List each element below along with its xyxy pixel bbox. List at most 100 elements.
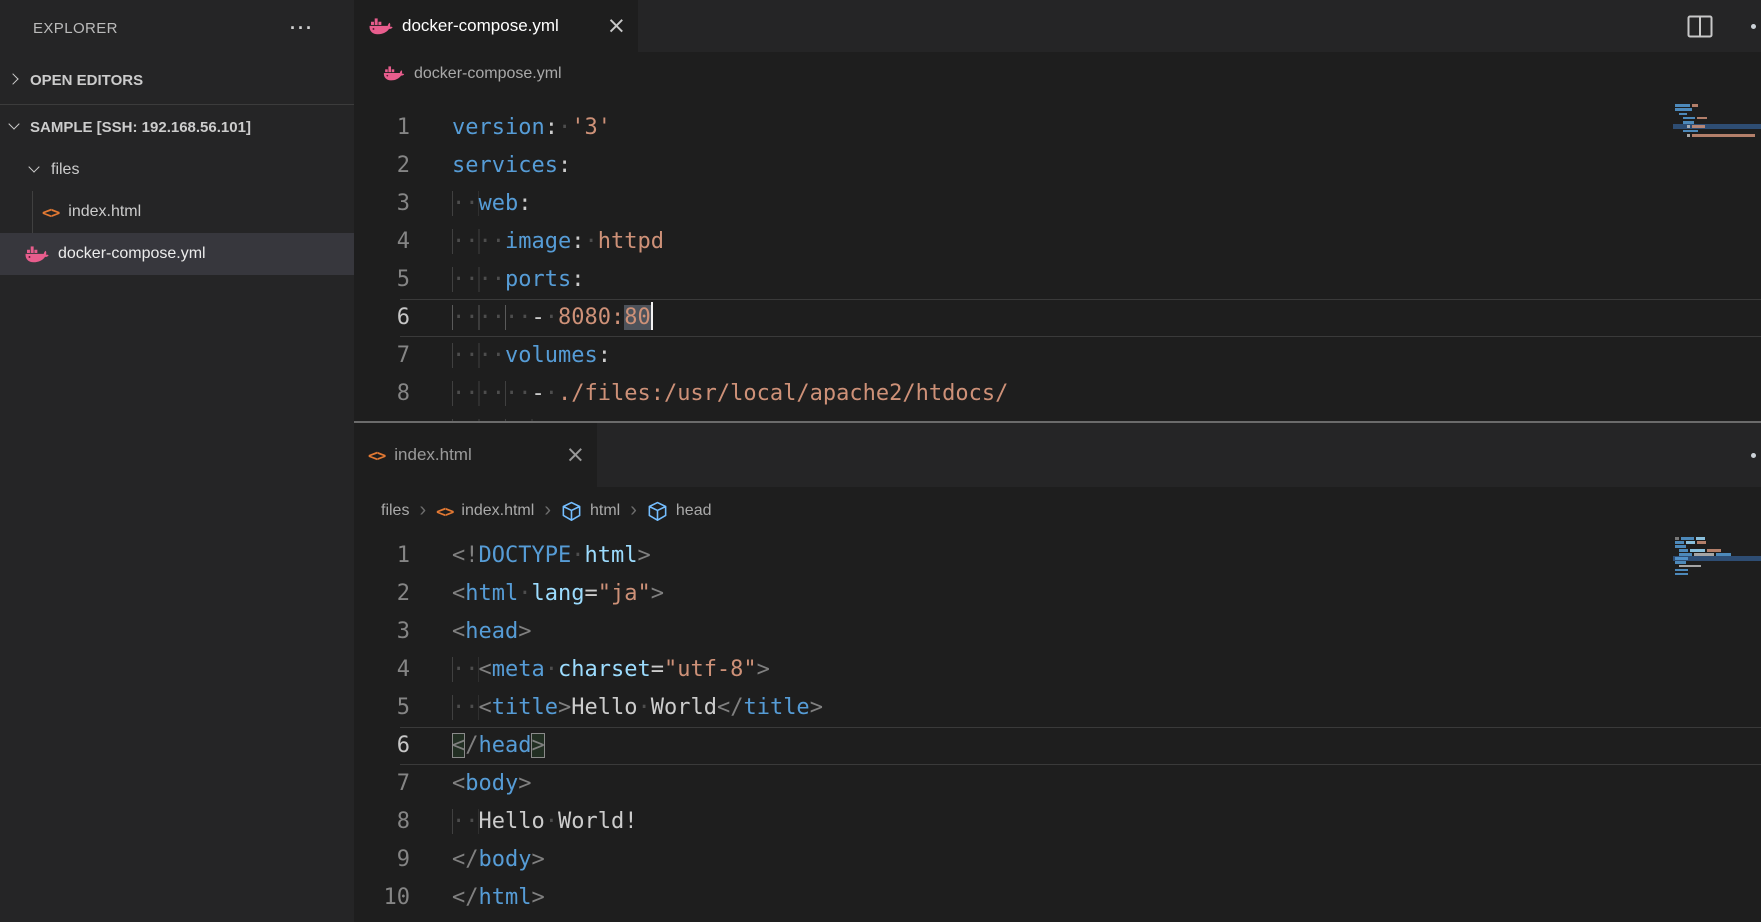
more-actions-icon[interactable]: ··· (290, 18, 314, 39)
line-content: <html·lang="ja"> (452, 575, 664, 613)
editor-actions-top (1687, 0, 1761, 52)
code-line-9[interactable]: 9········ (354, 413, 1761, 421)
minimap-bottom[interactable] (1675, 537, 1761, 577)
breadcrumb-item-files[interactable]: files (381, 502, 409, 520)
line-content: </html> (452, 879, 545, 917)
breadcrumb-item-docker-compose.yml[interactable]: docker-compose.yml (381, 64, 562, 83)
more-editor-actions-icon[interactable] (1751, 453, 1756, 458)
code-line-5[interactable]: 5 ····ports: (354, 261, 1761, 299)
minimap-token (1690, 549, 1705, 552)
line-number: 4 (354, 223, 410, 261)
breadcrumb-separator-icon: › (419, 500, 426, 520)
line-content: services: (452, 147, 571, 185)
minimap-token (1675, 561, 1686, 564)
line-number: 5 (354, 261, 410, 299)
split-editor-icon[interactable] (1687, 15, 1713, 38)
code-line-2[interactable]: 2<html·lang="ja"> (354, 575, 1761, 613)
symbol-cube-icon (561, 501, 582, 522)
code-line-9[interactable]: 9 </body> (354, 841, 1761, 879)
file-tree: files<>index.htmldocker-compose.yml (0, 149, 354, 275)
code-line-8[interactable]: 8··Hello·World! (354, 803, 1761, 841)
line-content: ····ports: (452, 261, 584, 299)
minimap-token (1683, 121, 1694, 124)
breadcrumb-label: html (590, 502, 620, 520)
code-line-7[interactable]: 7<body> (354, 765, 1761, 803)
docker-file-icon (24, 245, 49, 264)
code-line-6[interactable]: 6······-·8080:80 (354, 299, 1761, 337)
minimap-line (1675, 130, 1761, 133)
chevron-right-icon (6, 72, 22, 88)
breadcrumb-label: docker-compose.yml (414, 65, 562, 83)
close-tab-icon[interactable]: × (607, 15, 626, 38)
minimap-token (1675, 104, 1690, 107)
code-editor-index-html[interactable]: 1<!DOCTYPE·html>2<html·lang="ja">3<head>… (354, 535, 1761, 922)
tab-label: docker-compose.yml (402, 16, 598, 36)
line-number: 9 (354, 841, 410, 879)
line-content: ····volumes: (452, 337, 611, 375)
tab-index-html[interactable]: <> index.html × (354, 423, 597, 487)
tab-docker-compose[interactable]: docker-compose.yml × (354, 0, 638, 52)
tree-item-index.html[interactable]: <>index.html (0, 191, 354, 233)
line-number: 6 (354, 299, 410, 337)
code-line-4[interactable]: 4··<meta·charset="utf-8"> (354, 651, 1761, 689)
code-line-5[interactable]: 5··<title>Hello·World</title> (354, 689, 1761, 727)
breadcrumb-item-index.html[interactable]: <>index.html (436, 502, 534, 521)
breadcrumb-label: index.html (461, 502, 534, 520)
workspace-section[interactable]: SAMPLE [SSH: 192.168.56.101] (0, 105, 354, 149)
tree-item-docker-compose.yml[interactable]: docker-compose.yml (0, 233, 354, 275)
code-line-3[interactable]: 3<head> (354, 613, 1761, 651)
minimap-token (1707, 549, 1721, 552)
workspace-label: SAMPLE [SSH: 192.168.56.101] (30, 119, 251, 136)
close-tab-icon[interactable]: × (566, 444, 585, 467)
line-number: 5 (354, 689, 410, 727)
minimap-line (1675, 121, 1761, 124)
explorer-title: EXPLORER (33, 20, 118, 37)
breadcrumb-label: files (381, 502, 409, 520)
code-editor-docker-compose[interactable]: 1version:·'3'2services:3··web:4 ····image… (354, 95, 1761, 421)
code-line-1[interactable]: 1version:·'3' (354, 109, 1761, 147)
line-content: ······-·./files:/usr/local/apache2/htdoc… (452, 375, 1008, 413)
line-content: ········ (452, 413, 558, 421)
open-editors-section[interactable]: OPEN EDITORS (0, 56, 354, 104)
minimap-token (1675, 541, 1684, 544)
editor-actions-bottom (1751, 423, 1761, 487)
breadcrumb-separator-icon: › (630, 500, 637, 520)
editor-group-top: docker-compose.yml × docker-compose.yml … (354, 0, 1761, 421)
text-cursor (651, 302, 654, 330)
code-line-2[interactable]: 2services: (354, 147, 1761, 185)
line-content: </body> (452, 841, 545, 879)
minimap-line (1675, 108, 1761, 111)
minimap-line (1675, 545, 1761, 548)
breadcrumb-item-html[interactable]: html (561, 501, 620, 522)
minimap-token (1679, 113, 1687, 116)
minimap-token (1675, 557, 1688, 560)
minimap-top[interactable] (1675, 104, 1761, 138)
chevron-down-icon (26, 162, 42, 178)
code-line-4[interactable]: 4 ····image:·httpd (354, 223, 1761, 261)
more-editor-actions-icon[interactable] (1751, 24, 1756, 29)
docker-file-icon (368, 17, 393, 36)
line-content: ··web: (452, 185, 532, 223)
code-line-6[interactable]: 6</head> (354, 727, 1761, 765)
code-line-7[interactable]: 7 ····volumes: (354, 337, 1761, 375)
editor-area: docker-compose.yml × docker-compose.yml … (354, 0, 1761, 922)
html-file-icon: <> (42, 203, 59, 222)
minimap-token (1686, 541, 1695, 544)
line-number: 6 (354, 727, 410, 765)
breadcrumb-separator-icon: › (544, 500, 551, 520)
code-line-3[interactable]: 3··web: (354, 185, 1761, 223)
code-line-8[interactable]: 8······-·./files:/usr/local/apache2/htdo… (354, 375, 1761, 413)
tab-bar-top: docker-compose.yml × (354, 0, 1761, 52)
minimap-line (1675, 549, 1761, 552)
breadcrumb-item-head[interactable]: head (647, 501, 712, 522)
minimap-line (1675, 125, 1761, 128)
tree-item-files[interactable]: files (0, 149, 354, 191)
minimap-line (1675, 565, 1761, 568)
line-content: ··<meta·charset="utf-8"> (452, 651, 770, 689)
code-line-1[interactable]: 1<!DOCTYPE·html> (354, 537, 1761, 575)
line-number: 7 (354, 337, 410, 375)
minimap-token (1679, 549, 1688, 552)
line-content: ····image:·httpd (452, 223, 664, 261)
code-line-10[interactable]: 10</html> (354, 879, 1761, 917)
minimap-token (1687, 125, 1690, 128)
